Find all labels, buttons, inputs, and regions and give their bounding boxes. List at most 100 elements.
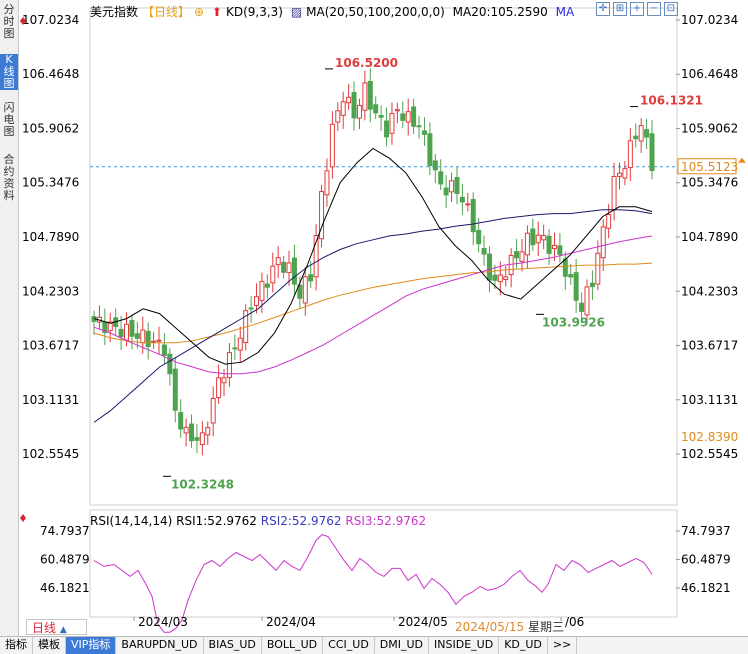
kd-arrow-icon: ⬆ [211, 5, 222, 19]
price-tick-right: 103.1131 [681, 393, 738, 407]
lower-ref-label: 102.8390 [681, 430, 738, 444]
candle-body [454, 176, 460, 194]
ma-label: MA(20,50,100,200,0,0) [306, 5, 445, 19]
candle-body [562, 258, 568, 277]
ma20-line [93, 147, 653, 365]
candle-body [118, 328, 124, 338]
candle-body [216, 377, 222, 399]
price-tick-right: 105.9062 [681, 121, 738, 135]
indicator-tab[interactable]: >> [548, 637, 578, 654]
candle-body [497, 274, 503, 283]
tab-1[interactable]: K线图 [0, 54, 18, 90]
indicator-tab[interactable]: KD_UD [499, 637, 548, 654]
price-tick-left: 102.5545 [22, 447, 79, 461]
price-tick-right: 105.3476 [681, 176, 738, 190]
candle-body [161, 344, 167, 356]
cursor-date-value: 2024/05/15 [455, 620, 525, 634]
tab-3[interactable]: 合约资料 [0, 154, 18, 202]
rsi-tick-left: 74.7937 [40, 524, 90, 538]
crosshair-icon[interactable]: ✛ [596, 2, 610, 16]
indicator-tab[interactable]: 模板 [33, 637, 66, 654]
zoom-out-icon[interactable]: − [647, 2, 661, 16]
candle-body [367, 80, 373, 110]
candle-body [449, 180, 455, 193]
candle-body [356, 104, 362, 119]
dropdown-arrow-icon: ▲ [59, 625, 67, 635]
period-selector[interactable]: 日线 ▲ [26, 619, 87, 635]
tab-2[interactable]: 闪电图 [0, 102, 18, 138]
rsi-tick-right: 74.7937 [681, 524, 731, 538]
kd-label: KD(9,3,3) [225, 5, 283, 19]
fullscreen-icon[interactable]: ⊡ [664, 2, 678, 16]
ma-chart-icon: ▨ [290, 5, 303, 19]
indicator-tab[interactable]: CCI_UD [323, 637, 375, 654]
candle-body [129, 319, 135, 337]
candle-body [286, 262, 292, 274]
candle-body [530, 228, 536, 246]
candle-body [432, 160, 438, 171]
symbol-title: 美元指数 [90, 5, 139, 19]
candle-body [616, 172, 622, 177]
candle-body [606, 213, 612, 229]
candle-body [221, 377, 227, 384]
indicator-tab[interactable]: DMI_UD [375, 637, 430, 654]
price-tick-left: 106.4648 [22, 67, 79, 81]
candle-body [470, 198, 476, 233]
candle-body [622, 168, 628, 179]
candle-body [151, 340, 157, 343]
candle-body [568, 274, 574, 278]
candle-body [589, 282, 595, 288]
candle-body [275, 257, 281, 266]
price-tick-left: 107.0234 [22, 13, 79, 27]
price-tick-right: 106.4648 [681, 67, 738, 81]
candle-body [172, 368, 178, 411]
period-selector-value: 日线 [32, 621, 57, 635]
current-price-label: 105.5123 [681, 160, 738, 174]
indicator-tab[interactable]: 指标 [0, 637, 33, 654]
candle-body [459, 196, 465, 203]
indicator-tab[interactable]: INSIDE_UD [429, 637, 500, 654]
rsi-tick-left: 46.1821 [40, 581, 90, 595]
candle-body [140, 329, 146, 344]
candle-body [638, 125, 644, 142]
candle-body [579, 302, 585, 312]
candle-body [270, 265, 276, 284]
low2-label: 103.9926 [542, 315, 605, 329]
indicator-tab[interactable]: BARUPDN_UD [116, 637, 204, 654]
candle-body [232, 347, 238, 350]
settings-icon[interactable]: ⊕ [194, 5, 204, 19]
candle-body [595, 252, 601, 285]
grid-icon[interactable]: ⊞ [613, 2, 627, 16]
current-price-arrow-icon [738, 157, 746, 163]
candle-body [627, 140, 633, 169]
price-tick-right: 104.7890 [681, 230, 738, 244]
candle-body [476, 229, 482, 245]
indicator-tab[interactable]: VIP指标 [66, 637, 117, 654]
candle-body [259, 280, 265, 301]
indicator-tab[interactable]: BOLL_UD [262, 637, 324, 654]
price-tick-right: 104.2303 [681, 284, 738, 298]
candle-body [264, 283, 270, 288]
indicator-tab[interactable]: BIAS_UD [204, 637, 262, 654]
price-tick-left: 103.6717 [22, 339, 79, 353]
candle-body [411, 106, 417, 127]
candle-body [519, 251, 525, 262]
candle-body [183, 426, 189, 434]
chart-canvas[interactable]: 107.0234 107.0234 106.4648 106.4648 105.9062… [18, 0, 748, 636]
chart-toolbar: ✛ ⊞ + − ⊡ [596, 2, 678, 16]
candle-body [644, 129, 650, 138]
candle-body [351, 92, 357, 119]
candle-body [373, 104, 379, 114]
candle-body [145, 330, 151, 348]
rsi3-value: RSI3:52.9762 [345, 514, 427, 528]
candle-body [199, 432, 205, 446]
candle-body [400, 113, 406, 121]
ma-link[interactable]: MA [556, 5, 575, 19]
candle-body [541, 235, 547, 241]
indicator-tab-bar: 指标 模板 VIP指标 BARUPDN_UD BIAS_UD BOLL_UD CCI_UD D… [0, 636, 748, 654]
tab-0[interactable]: 分时图 [0, 4, 18, 40]
zoom-in-icon[interactable]: + [630, 2, 644, 16]
candle-body [535, 234, 541, 244]
price-panel-frame [89, 7, 678, 506]
candle-body [156, 339, 162, 342]
